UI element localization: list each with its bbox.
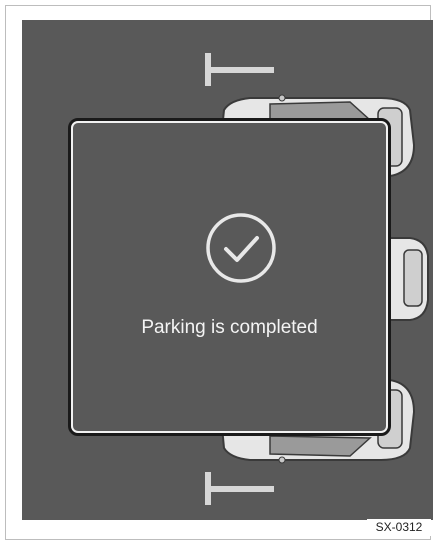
dialog-message: Parking is completed: [141, 317, 318, 338]
checkmark-circle-icon: [206, 213, 276, 283]
parking-marker-top-bar: [205, 67, 274, 73]
parking-complete-dialog: Parking is completed: [68, 118, 391, 436]
reference-code: SX-0312: [367, 519, 431, 536]
parking-marker-bottom-bar: [205, 486, 274, 492]
